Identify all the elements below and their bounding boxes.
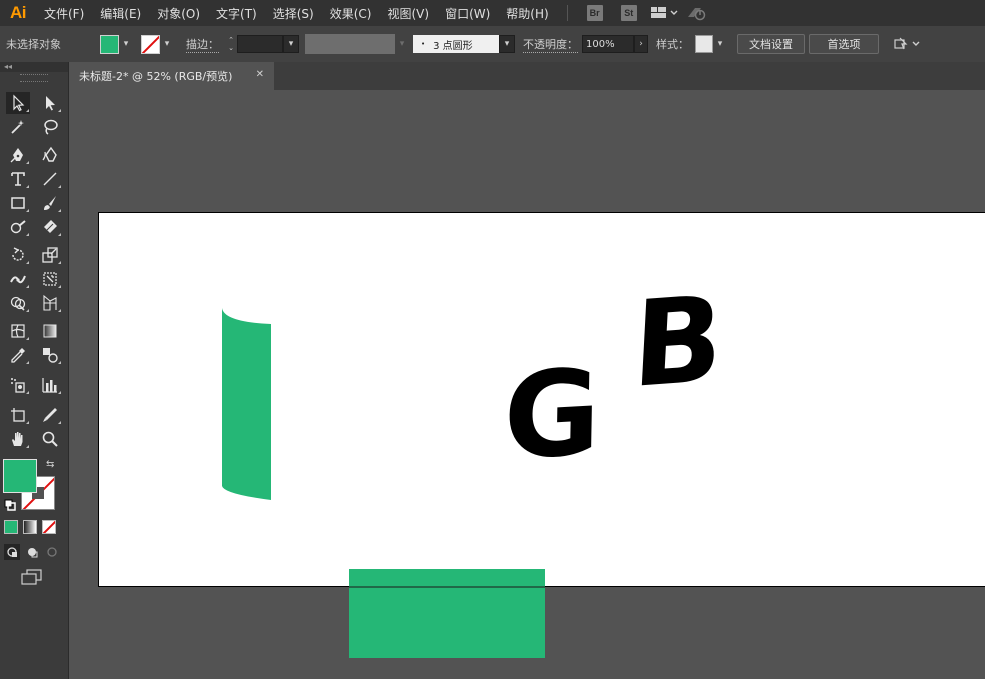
- fill-color-box[interactable]: [3, 459, 37, 493]
- default-fill-stroke-icon[interactable]: [4, 499, 16, 514]
- fill-dropdown-icon[interactable]: ▾: [119, 35, 133, 53]
- change-screen-mode-icon[interactable]: [20, 568, 44, 589]
- opacity-arrow-icon[interactable]: ›: [634, 35, 648, 53]
- perspective-grid-tool-icon[interactable]: [38, 292, 62, 314]
- menu-view[interactable]: 视图(V): [379, 5, 437, 22]
- line-segment-tool-icon[interactable]: [38, 168, 62, 190]
- document-tab-bar: 未标题-2* @ 52% (RGB/预览) ✕: [69, 62, 985, 91]
- symbol-sprayer-tool-icon[interactable]: [6, 374, 30, 396]
- brush-dropdown-icon[interactable]: ▾: [499, 35, 515, 53]
- gpu-performance-icon[interactable]: [686, 5, 708, 21]
- menu-divider: [566, 5, 568, 21]
- slice-tool-icon[interactable]: [38, 404, 62, 426]
- free-transform-tool-icon[interactable]: [38, 268, 62, 290]
- variable-width-profile[interactable]: [305, 34, 395, 54]
- stroke-dropdown-icon[interactable]: ▾: [160, 35, 174, 53]
- menu-file[interactable]: 文件(F): [36, 5, 92, 22]
- shape-builder-tool-icon[interactable]: [6, 292, 30, 314]
- magic-wand-tool-icon[interactable]: [6, 116, 30, 138]
- menu-window[interactable]: 窗口(W): [437, 5, 498, 22]
- tools-panel: ◂◂ ⇆: [0, 62, 69, 679]
- swap-fill-stroke-icon[interactable]: ⇆: [46, 459, 54, 470]
- type-tool-icon[interactable]: [6, 168, 30, 190]
- illustrator-logo: Ai: [10, 3, 27, 22]
- profile-dropdown-icon[interactable]: ▾: [395, 35, 409, 53]
- column-graph-tool-icon[interactable]: [38, 374, 62, 396]
- opacity-label[interactable]: 不透明度：: [523, 36, 578, 53]
- menu-bar: Ai 文件(F) 编辑(E) 对象(O) 文字(T) 选择(S) 效果(C) 视…: [0, 0, 985, 26]
- document-setup-button[interactable]: 文档设置: [737, 34, 805, 54]
- pen-tool-icon[interactable]: [6, 144, 30, 166]
- menu-object[interactable]: 对象(O): [149, 5, 208, 22]
- brush-label: 3 点圆形: [433, 40, 473, 52]
- arrange-documents-icon[interactable]: [893, 36, 921, 52]
- menu-type[interactable]: 文字(T): [208, 5, 265, 22]
- fill-swatch[interactable]: [100, 34, 119, 54]
- hand-tool-icon[interactable]: [6, 428, 30, 450]
- document-tab[interactable]: 未标题-2* @ 52% (RGB/预览) ✕: [69, 62, 274, 90]
- lasso-tool-icon[interactable]: [38, 116, 62, 138]
- artboard-tool-icon[interactable]: [6, 404, 30, 426]
- draw-normal-icon[interactable]: [4, 544, 20, 560]
- style-dropdown-icon[interactable]: ▾: [713, 35, 727, 53]
- workspace-switcher-icon[interactable]: [650, 6, 678, 20]
- brush-definition[interactable]: • 3 点圆形: [413, 35, 499, 53]
- close-tab-icon[interactable]: ✕: [256, 69, 264, 80]
- color-mode-button[interactable]: [4, 520, 18, 534]
- draw-inside-icon[interactable]: [44, 544, 60, 560]
- stroke-swatch[interactable]: [141, 34, 160, 54]
- curvature-tool-icon[interactable]: [38, 144, 62, 166]
- paintbrush-tool-icon[interactable]: [38, 192, 62, 214]
- gradient-mode-button[interactable]: [23, 520, 37, 534]
- width-tool-icon[interactable]: [6, 268, 30, 290]
- scale-tool-icon[interactable]: [38, 244, 62, 266]
- stroke-label[interactable]: 描边：: [186, 36, 219, 53]
- eyedropper-tool-icon[interactable]: [6, 344, 30, 366]
- selection-tool-icon[interactable]: [6, 92, 30, 114]
- none-mode-button[interactable]: [42, 520, 56, 534]
- preferences-button[interactable]: 首选项: [809, 34, 879, 54]
- stroke-weight-field[interactable]: [237, 35, 283, 53]
- control-bar: 未选择对象 ▾ ▾ 描边： ⌃ ⌄ ▾ ▾ • 3 点圆形 ▾ 不透明度： 100…: [0, 26, 985, 63]
- brush-dot-icon: •: [421, 40, 426, 48]
- rotate-tool-icon[interactable]: [6, 244, 30, 266]
- blend-tool-icon[interactable]: [38, 344, 62, 366]
- stroke-weight-dropdown-icon[interactable]: ▾: [283, 35, 299, 53]
- menu-select[interactable]: 选择(S): [265, 5, 322, 22]
- shaper-tool-icon[interactable]: [6, 216, 30, 238]
- selection-status: 未选择对象: [6, 38, 61, 51]
- artboard[interactable]: [98, 212, 985, 587]
- stock-button[interactable]: St: [620, 5, 637, 21]
- style-label: 样式：: [656, 38, 689, 51]
- bridge-button[interactable]: Br: [586, 5, 603, 21]
- gradient-tool-icon[interactable]: [38, 320, 62, 342]
- panel-grip[interactable]: [20, 74, 48, 82]
- draw-behind-icon[interactable]: [24, 544, 40, 560]
- mesh-tool-icon[interactable]: [6, 320, 30, 342]
- opacity-field[interactable]: 100%: [582, 35, 634, 53]
- menu-help[interactable]: 帮助(H): [498, 5, 556, 22]
- panel-collapse-icon[interactable]: ◂◂: [0, 62, 68, 72]
- stroke-weight-stepper[interactable]: ⌃ ⌄: [225, 35, 237, 53]
- menu-effect[interactable]: 效果(C): [322, 5, 380, 22]
- menu-edit[interactable]: 编辑(E): [92, 5, 149, 22]
- rectangle-tool-icon[interactable]: [6, 192, 30, 214]
- direct-selection-tool-icon[interactable]: [38, 92, 62, 114]
- zoom-tool-icon[interactable]: [38, 428, 62, 450]
- eraser-tool-icon[interactable]: [38, 216, 62, 238]
- document-tab-title: 未标题-2* @ 52% (RGB/预览): [79, 70, 233, 83]
- graphic-style-swatch[interactable]: [695, 35, 713, 53]
